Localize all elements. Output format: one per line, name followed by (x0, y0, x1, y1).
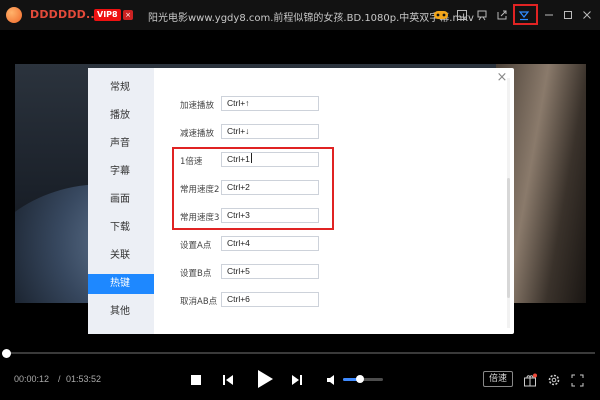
note-icon[interactable] (454, 7, 470, 23)
time-separator: / (58, 374, 61, 384)
settings-dialog: 常规 播放 声音 字幕 画面 下载 关联 热键 其他 × 加速播放 Ctrl+↑… (88, 68, 514, 334)
seek-handle[interactable] (2, 349, 11, 358)
hotkey-field[interactable]: Ctrl+6 (221, 292, 319, 307)
hotkey-field[interactable]: Ctrl+↑ (221, 96, 319, 111)
sidebar-item-subtitle[interactable]: 字幕 (88, 162, 154, 182)
play-icon (258, 370, 273, 388)
speed-hotkeys-highlight (172, 147, 334, 230)
stop-icon (191, 375, 201, 385)
gift-icon (524, 373, 537, 387)
hotkey-label: 取消AB点 (180, 297, 218, 307)
current-time: 00:00:12 (14, 374, 50, 384)
hotkey-field[interactable]: Ctrl+5 (221, 264, 319, 279)
previous-button[interactable] (220, 372, 236, 388)
game-icon[interactable] (433, 7, 449, 23)
hotkey-field[interactable]: Ctrl+↓ (221, 124, 319, 139)
speed-button[interactable]: 倍速 (483, 371, 513, 387)
hotkey-value: Ctrl+↑ (227, 98, 250, 108)
sidebar-item-download[interactable]: 下载 (88, 218, 154, 238)
scrollbar-thumb[interactable] (507, 178, 510, 298)
settings-button[interactable] (546, 372, 562, 388)
next-button[interactable] (289, 372, 305, 388)
fullscreen-button[interactable] (569, 372, 585, 388)
volume-icon (327, 375, 334, 385)
hotkey-label: 加速播放 (180, 101, 215, 111)
window-title: 阳光电影www.ygdy8.com.前程似锦的女孩.BD.1080p.中英双字幕… (148, 13, 474, 24)
volume-button[interactable] (325, 373, 339, 387)
previous-icon (223, 375, 233, 385)
dialog-scrollbar[interactable] (507, 78, 510, 328)
total-time: 01:53:52 (66, 374, 102, 384)
sidebar-item-hotkeys[interactable]: 热键 (88, 274, 154, 294)
sidebar-item-other[interactable]: 其他 (88, 302, 154, 322)
title-bar: DDDDDD... VIP8 × 阳光电影www.ygdy8.com.前程似锦的… (0, 0, 600, 30)
screen-icon[interactable] (474, 7, 490, 23)
play-button[interactable] (253, 367, 277, 391)
sidebar-item-picture[interactable]: 画面 (88, 190, 154, 210)
hotkey-field[interactable]: Ctrl+4 (221, 236, 319, 251)
app-logo-icon (6, 7, 22, 23)
minimize-icon[interactable] (541, 7, 557, 23)
hotkey-value: Ctrl+6 (227, 294, 250, 304)
hotkey-value: Ctrl+5 (227, 266, 250, 276)
maximize-icon[interactable] (560, 7, 576, 23)
stop-button[interactable] (189, 373, 203, 387)
gear-icon (548, 374, 560, 386)
hotkey-label: 设置A点 (180, 241, 212, 251)
user-name[interactable]: DDDDDD... (30, 8, 99, 21)
share-icon[interactable] (494, 7, 510, 23)
hotkey-label: 设置B点 (180, 269, 212, 279)
gift-button[interactable] (522, 372, 538, 388)
sidebar-item-playback[interactable]: 播放 (88, 106, 154, 126)
settings-sidebar: 常规 播放 声音 字幕 画面 下载 关联 热键 其他 (88, 68, 154, 334)
close-icon[interactable] (579, 7, 595, 23)
next-icon (292, 375, 302, 385)
hotkey-value: Ctrl+↓ (227, 126, 250, 136)
sidebar-item-general[interactable]: 常规 (88, 78, 154, 98)
volume-handle[interactable] (356, 375, 364, 383)
sidebar-item-sound[interactable]: 声音 (88, 134, 154, 154)
fullscreen-icon (571, 374, 583, 386)
hotkey-label: 减速播放 (180, 129, 215, 139)
sidebar-item-association[interactable]: 关联 (88, 246, 154, 266)
vip-badge[interactable]: VIP8 (94, 9, 121, 21)
vip-close-icon[interactable]: × (123, 10, 133, 20)
seek-bar[interactable] (6, 352, 595, 354)
download-highlight (513, 4, 538, 25)
hotkey-value: Ctrl+4 (227, 238, 250, 248)
